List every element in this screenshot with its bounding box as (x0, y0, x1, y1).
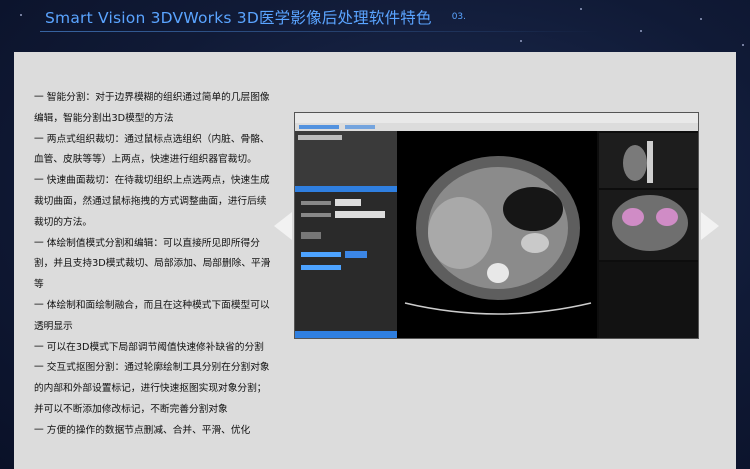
feature-item: 一 智能分割：对于边界模糊的组织通过简单的几层图像编辑，智能分割出3D模型的方法 (34, 92, 270, 124)
software-screenshot (294, 112, 699, 339)
feature-item: 一 快速曲面裁切：在待裁切组织上点选两点，快速生成裁切曲面，然通过鼠标拖拽的方式… (34, 175, 270, 228)
feature-item: 一 交互式抠图分割：通过轮廓绘制工具分别在分割对象的内部和外部设置标记，进行快速… (34, 362, 270, 415)
feature-item: 一 体绘制和面绘制融合，而且在这种模式下面模型可以透明显示 (34, 299, 270, 332)
feature-item: 一 可以在3D模式下局部调节阈值快速修补缺省的分割 (34, 341, 264, 353)
feature-list: 一 智能分割：对于边界模糊的组织通过简单的几层图像编辑，智能分割出3D模型的方法… (34, 88, 274, 442)
feature-item: 一 方便的操作的数据节点删减、合并、平滑、优化 (34, 424, 251, 436)
feature-item: 一 体绘制值模式分割和编辑：可以直接所见即所得分割，并且支持3D模式裁切、局部添… (34, 237, 271, 291)
previous-slide-button[interactable] (274, 212, 292, 240)
title-underline (40, 31, 600, 32)
page-number: 03. (451, 12, 467, 22)
software-screenshot-image (295, 113, 698, 338)
page-title: Smart Vision 3DVWorks 3D医学影像后处理软件特色 (45, 9, 432, 27)
header: Smart Vision 3DVWorks 3D医学影像后处理软件特色 03. (45, 0, 485, 34)
next-slide-button[interactable] (701, 212, 719, 240)
feature-item: 一 两点式组织裁切：通过鼠标点选组织（内脏、骨骼、血管、皮肤等等）上两点，快速进… (34, 133, 270, 166)
